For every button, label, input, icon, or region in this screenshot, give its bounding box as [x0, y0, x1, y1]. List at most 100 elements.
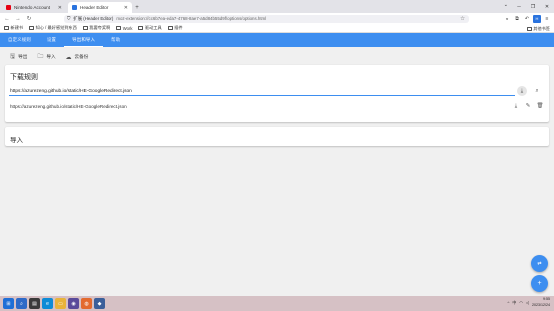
bookmark-item[interactable]: 新建书: [4, 25, 23, 31]
close-tab-icon[interactable]: ✕: [124, 5, 128, 11]
import-label: 导入: [46, 54, 56, 59]
bookmark-label: 新建书: [10, 25, 24, 30]
folder-icon: [4, 26, 9, 30]
taskbar-apps: ⊞ ⌕ ▤ e ▭ ◉ ◍ ◆: [3, 298, 105, 309]
folder-icon: [29, 26, 35, 30]
import-heading: 导入: [10, 137, 23, 144]
other-bookmarks[interactable]: 其他书签: [526, 26, 550, 32]
row-actions: ⤓ ✎ 🗑: [512, 101, 544, 111]
extension-label: 扩展 (Header Editor): [73, 15, 114, 21]
search-icon[interactable]: ⌕: [532, 86, 542, 96]
incognito-icon[interactable]: ◒: [503, 15, 511, 23]
export-button[interactable]: 🖫 导出: [10, 52, 27, 62]
edge-browser-icon[interactable]: e: [42, 298, 53, 309]
search-icon[interactable]: ⌕: [16, 298, 27, 309]
bookmark-label: 驱动工具: [144, 25, 162, 30]
group-icon: ⇄: [537, 260, 542, 267]
reload-icon[interactable]: ↻: [25, 15, 33, 23]
new-tab-button[interactable]: +: [132, 2, 142, 13]
window-controls: ─ ❐ ✕: [512, 0, 554, 13]
cloud-icon: ☁: [65, 54, 72, 61]
address-bar[interactable]: ⛉ 扩展 (Header Editor) moz-extension://cc6…: [64, 14, 469, 23]
nintendo-favicon-icon: [6, 5, 11, 10]
windows-start-icon[interactable]: ⊞: [3, 298, 14, 309]
bookmark-label: 知心 / 最好感觉到东西: [35, 25, 77, 30]
add-fab-button[interactable]: +: [531, 275, 548, 292]
header-editor-extension-icon[interactable]: H: [533, 14, 541, 23]
browser-tab-nintendo[interactable]: Nintendo Account ✕: [2, 2, 66, 13]
file-explorer-icon[interactable]: ▤: [29, 298, 40, 309]
list-item: https://azurezeng.github.io/static/HE-Go…: [10, 101, 544, 111]
maximize-icon[interactable]: ❐: [526, 0, 540, 13]
app-icon[interactable]: ◉: [68, 298, 79, 309]
browser-tab-header-editor[interactable]: Header Editor ✕: [68, 2, 132, 13]
tab-export-import[interactable]: 导出和导入: [64, 33, 104, 47]
folder-icon: [82, 26, 88, 30]
firefox-icon[interactable]: ◍: [81, 298, 92, 309]
cloud-backup-button[interactable]: ☁ 云备份: [66, 54, 89, 61]
bookmark-item[interactable]: 驱动工具: [138, 25, 162, 31]
system-tray: ^ 中 ◠ ◁ 9:55 2023/12/24: [508, 297, 550, 308]
url-text[interactable]: moz-extension://cc6b7ea-eda7-4768-8ae7-a…: [116, 16, 266, 21]
tab-list-chevron-icon[interactable]: ⌄: [504, 2, 508, 8]
action-row: 🖫 导出 🗀 导入 ☁ 云备份: [10, 52, 88, 62]
bookmark-star-icon[interactable]: ☆: [460, 16, 465, 22]
tab-settings[interactable]: 设置: [39, 33, 64, 47]
bookmark-item[interactable]: 插件: [167, 25, 183, 31]
browser-toolbar: ← → ↻ ⛉ 扩展 (Header Editor) moz-extension…: [0, 13, 554, 24]
chevron-up-icon[interactable]: ^: [508, 300, 510, 305]
close-tab-icon[interactable]: ✕: [58, 5, 62, 11]
taskbar: ⊞ ⌕ ▤ e ▭ ◉ ◍ ◆ ^ 中 ◠ ◁ 9:55 2023/12/24: [0, 296, 554, 311]
bookmarks-bar: 新建书 知心 / 最好感觉到东西 我要夸奖啊 Work 驱动工具 插件 其他书签: [0, 24, 554, 33]
download-rules-heading: 下载规则: [10, 74, 38, 81]
undo-icon[interactable]: ↶: [523, 15, 531, 23]
wifi-icon[interactable]: ◠: [519, 300, 523, 305]
tab-title: Header Editor: [80, 5, 109, 10]
folder-icon: [167, 26, 173, 30]
tab-title: Nintendo Account: [14, 5, 51, 10]
add-icon: +: [537, 280, 542, 287]
save-icon: 🖫: [10, 54, 16, 60]
app-tab-bar: 自定义规则 设置 导出和导入 帮助: [0, 33, 554, 47]
close-window-icon[interactable]: ✕: [540, 0, 554, 13]
tab-help[interactable]: 帮助: [103, 33, 128, 47]
rule-url-text: https://azurezeng.github.io/static/HE-Go…: [10, 103, 127, 109]
download-icon[interactable]: ⤓: [517, 86, 527, 96]
clock[interactable]: 9:55 2023/12/24: [532, 297, 550, 308]
folder-icon: [138, 26, 144, 30]
forward-icon[interactable]: →: [14, 15, 22, 23]
bookmark-label: 其他书签: [533, 26, 550, 31]
export-label: 导出: [18, 54, 28, 59]
tab-strip: Nintendo Account ✕ Header Editor ✕ + ⌄ ─…: [0, 0, 554, 13]
app-icon[interactable]: ◆: [94, 298, 105, 309]
delete-icon[interactable]: 🗑: [536, 101, 544, 111]
bookmark-item[interactable]: Work: [116, 26, 132, 31]
edit-icon[interactable]: ✎: [524, 101, 532, 111]
menu-icon[interactable]: ≡: [543, 15, 551, 23]
group-fab-button[interactable]: ⇄: [531, 255, 548, 272]
toolbar-icons: ◒ ⧉ ↶ H ≡: [503, 14, 551, 23]
extensions-icon[interactable]: ⧉: [513, 15, 521, 23]
bookmark-item[interactable]: 我要夸奖啊: [82, 25, 111, 31]
input-method-label[interactable]: 中: [512, 300, 516, 306]
header-editor-favicon-icon: [72, 5, 77, 10]
import-button[interactable]: 🗀 导入: [37, 52, 55, 62]
bookmark-item[interactable]: 知心 / 最好感觉到东西: [29, 25, 77, 31]
minimize-icon[interactable]: ─: [512, 0, 526, 13]
bookmark-label: Work: [122, 25, 133, 31]
import-card: 导入: [5, 127, 549, 146]
date-text: 2023/12/24: [532, 302, 550, 307]
back-icon[interactable]: ←: [3, 15, 11, 23]
folder-icon: [526, 27, 532, 31]
download-icon[interactable]: ⤓: [512, 101, 520, 111]
tab-custom-rules[interactable]: 自定义规则: [0, 33, 39, 47]
download-rules-card: 下载规则 https://azurezeng.github.io/static/…: [5, 65, 549, 122]
folder-icon: [116, 26, 122, 30]
cloud-label: 云备份: [74, 54, 89, 59]
folder-open-icon: 🗀: [37, 54, 44, 60]
shield-icon: ⛉: [67, 16, 71, 21]
bookmark-label: 我要夸奖啊: [89, 25, 111, 30]
rule-url-input[interactable]: https://azurezeng.github.io/static/HE-Go…: [9, 87, 515, 96]
folder-icon[interactable]: ▭: [55, 298, 66, 309]
volume-icon[interactable]: ◁: [526, 300, 529, 305]
